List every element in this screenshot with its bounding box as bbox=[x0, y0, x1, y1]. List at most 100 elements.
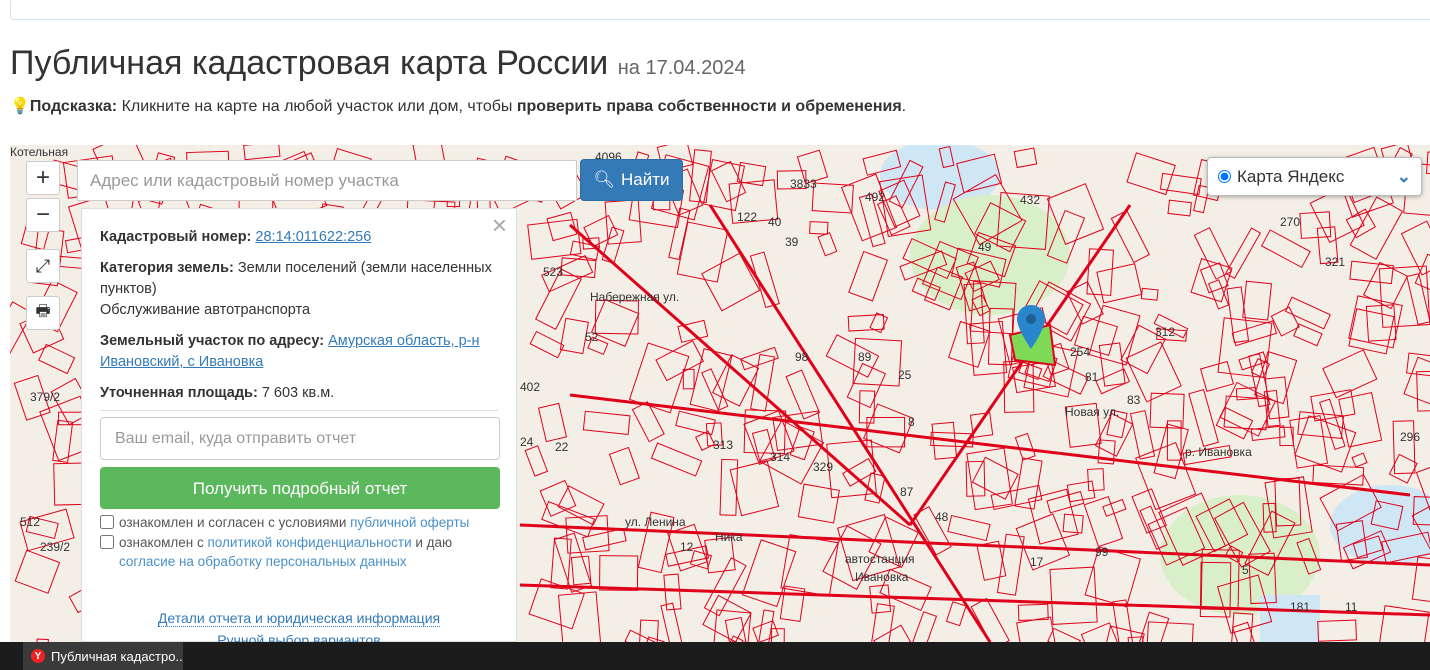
parcel bbox=[1312, 464, 1365, 486]
parcel bbox=[1080, 622, 1129, 642]
parcel bbox=[655, 340, 705, 382]
map-label: 379/2 bbox=[30, 390, 61, 404]
parcel bbox=[1365, 304, 1397, 342]
parcel bbox=[1416, 369, 1430, 412]
parcel bbox=[797, 483, 840, 524]
parcel bbox=[870, 603, 895, 642]
layer-radio[interactable] bbox=[1218, 170, 1231, 183]
map-label: 24 bbox=[520, 435, 534, 449]
parcel bbox=[1223, 395, 1269, 431]
map-label: 99 bbox=[1095, 545, 1109, 559]
map-label: 270 bbox=[1280, 215, 1301, 229]
area-row: Уточненная площадь: 7 603 кв.м. bbox=[100, 385, 335, 401]
parcel bbox=[582, 410, 631, 435]
report-details-link[interactable]: Детали отчета и юридическая информация bbox=[157, 610, 441, 627]
land-category-row: Категория земель: Земли поселений (земли… bbox=[100, 260, 492, 318]
offer-link[interactable]: публичной оферты bbox=[350, 515, 469, 530]
printer-icon: 🖶 bbox=[35, 302, 51, 320]
road-boundary bbox=[569, 223, 911, 527]
map-label: 52 bbox=[585, 330, 599, 344]
parcel bbox=[1087, 468, 1105, 492]
parcel bbox=[1084, 546, 1142, 608]
parcel bbox=[1388, 453, 1418, 484]
parcel bbox=[847, 314, 885, 332]
search-button[interactable]: 🔍︎ Найти bbox=[580, 159, 683, 201]
parcel bbox=[811, 182, 854, 214]
offer-agreement[interactable]: ознакомлен и согласен с условиями публич… bbox=[100, 513, 498, 532]
parcel bbox=[947, 514, 991, 542]
parcel bbox=[570, 555, 592, 586]
map-label: 22 bbox=[555, 440, 569, 454]
parcel bbox=[1349, 260, 1394, 285]
parcel bbox=[869, 584, 892, 614]
parcel bbox=[1297, 411, 1345, 440]
map-label: 3833 bbox=[790, 177, 817, 191]
parcel bbox=[724, 616, 747, 642]
offer-checkbox[interactable] bbox=[100, 515, 114, 529]
email-input[interactable] bbox=[100, 417, 500, 460]
parcel bbox=[1145, 621, 1194, 642]
map-label: 17 bbox=[1030, 555, 1044, 569]
privacy-checkbox[interactable] bbox=[100, 535, 114, 549]
map-label: ул. Ленина bbox=[625, 515, 686, 529]
search-input[interactable] bbox=[77, 160, 577, 201]
taskbar-browser-tab[interactable]: Y Публичная кадастро... bbox=[23, 642, 183, 670]
parcel bbox=[772, 410, 824, 452]
parcel bbox=[1193, 227, 1232, 280]
parcel bbox=[557, 591, 602, 642]
map-label: Ника bbox=[715, 530, 743, 544]
parcel bbox=[243, 145, 281, 161]
page-date: на 17.04.2024 bbox=[617, 57, 746, 79]
parcel bbox=[996, 533, 1025, 596]
parcel bbox=[650, 442, 703, 477]
parcel-info-popup: × Кадастровый номер: 28:14:011622:256 Ка… bbox=[81, 208, 517, 648]
parcel bbox=[1338, 391, 1383, 448]
top-banner-frame bbox=[10, 0, 1430, 20]
map-label: 512 bbox=[20, 515, 41, 529]
get-report-button[interactable]: Получить подробный отчет bbox=[100, 467, 500, 509]
map-label: 98 bbox=[795, 350, 809, 364]
zoom-in-button[interactable]: + bbox=[26, 161, 60, 195]
parcel bbox=[1322, 349, 1378, 399]
parcel bbox=[1425, 151, 1430, 175]
parcel bbox=[809, 221, 829, 235]
parcel bbox=[1188, 389, 1219, 448]
fullscreen-button[interactable]: ⤢ bbox=[26, 249, 60, 283]
parcel bbox=[848, 250, 889, 302]
map-label: 49 bbox=[978, 240, 992, 254]
parcel bbox=[749, 251, 780, 309]
close-icon[interactable]: × bbox=[492, 212, 507, 238]
print-button[interactable]: 🖶 bbox=[26, 296, 60, 330]
consent-link[interactable]: согласие на обработку персональных данны… bbox=[119, 554, 407, 569]
land-use: Обслуживание автотранспорта bbox=[100, 302, 311, 318]
parcel bbox=[1199, 262, 1229, 294]
parcel bbox=[1066, 480, 1096, 503]
parcel bbox=[1013, 147, 1038, 169]
parcel bbox=[712, 354, 760, 407]
zoom-out-button[interactable]: − bbox=[26, 198, 60, 232]
map-label: 81 bbox=[1085, 370, 1099, 384]
parcel bbox=[1351, 452, 1368, 468]
cadastral-number-link[interactable]: 28:14:011622:256 bbox=[255, 229, 371, 245]
parcel bbox=[1215, 406, 1254, 440]
parcel bbox=[1046, 490, 1085, 514]
parcel bbox=[1242, 280, 1273, 321]
parcel bbox=[590, 298, 640, 347]
map-label: 314 bbox=[770, 450, 791, 464]
parcel bbox=[1027, 488, 1079, 545]
privacy-agreement[interactable]: ознакомлен с политикой конфиденциальност… bbox=[100, 533, 498, 571]
map-label: Новая ул. bbox=[1065, 405, 1120, 419]
layer-label: Карта Яндекс bbox=[1237, 166, 1345, 186]
chevron-down-icon: ⌄ bbox=[1396, 166, 1411, 186]
map-marker-icon bbox=[1017, 305, 1045, 349]
map-layer-select[interactable]: Карта Яндекс ⌄ bbox=[1207, 157, 1422, 196]
parcel bbox=[701, 252, 761, 312]
privacy-link[interactable]: политикой конфиденциальности bbox=[207, 535, 411, 550]
parcel bbox=[569, 240, 600, 261]
map-label: 402 bbox=[520, 380, 541, 394]
parcel bbox=[689, 149, 712, 204]
parcel bbox=[524, 445, 549, 477]
parcel bbox=[608, 446, 640, 486]
map-label: 89 bbox=[858, 350, 872, 364]
parcel bbox=[702, 594, 752, 642]
